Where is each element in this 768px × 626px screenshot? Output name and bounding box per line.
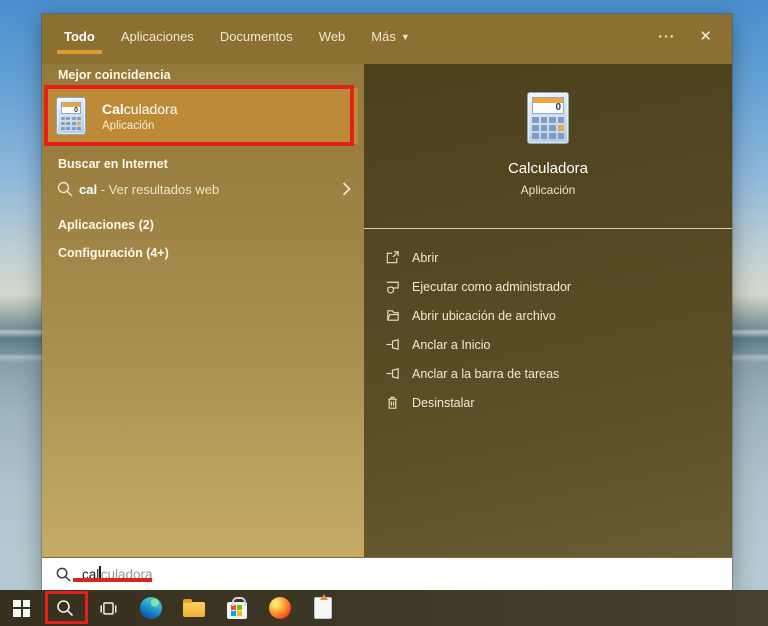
web-search-result-row[interactable]: cal - Ver resultados web: [42, 170, 364, 208]
search-icon: [56, 567, 71, 582]
action-uninstall[interactable]: Desinstalar: [384, 388, 732, 417]
autocomplete-suggestion: culadora: [100, 566, 153, 582]
app-actions-list: Abrir Ejecutar como administrador Abrir …: [364, 229, 732, 417]
best-match-subtitle: Aplicación: [102, 119, 155, 132]
microsoft-store-icon: [226, 596, 247, 619]
search-icon: [56, 600, 73, 617]
tab-web[interactable]: Web: [319, 29, 346, 44]
taskbar-file-explorer-button[interactable]: [172, 590, 215, 626]
file-explorer-icon: [182, 599, 205, 617]
action-pin-to-start[interactable]: Anclar a Inicio: [384, 330, 732, 359]
tab-mas-label: Más: [371, 28, 396, 44]
action-label: Abrir ubicación de archivo: [412, 308, 556, 323]
pin-to-taskbar-icon: [384, 365, 401, 382]
chevron-right-icon[interactable]: [341, 180, 352, 198]
start-button[interactable]: [0, 590, 43, 626]
results-list: Mejor coincidencia 0 Calculadora Aplicac…: [42, 64, 364, 557]
tab-documentos[interactable]: Documentos: [220, 29, 293, 44]
action-open[interactable]: Abrir: [384, 243, 732, 272]
search-input[interactable]: cal culadora: [42, 557, 732, 590]
photos-app-icon: [313, 597, 332, 619]
action-label: Desinstalar: [412, 395, 475, 410]
taskbar-search-button[interactable]: [43, 590, 86, 626]
search-icon: [57, 181, 73, 197]
task-view-icon: [99, 602, 116, 615]
action-pin-to-taskbar[interactable]: Anclar a la barra de tareas: [384, 359, 732, 388]
rest-text: - Ver resultados web: [97, 181, 220, 197]
matched-text: Cal: [102, 100, 124, 117]
edge-icon: [139, 597, 162, 619]
typed-text: cal: [82, 566, 100, 582]
search-panel-content: Mejor coincidencia 0 Calculadora Aplicac…: [42, 64, 732, 557]
web-search-text: cal - Ver resultados web: [79, 182, 219, 197]
windows-logo-icon: [13, 599, 30, 617]
action-label: Ejecutar como administrador: [412, 279, 572, 294]
taskbar-store-button[interactable]: [215, 590, 258, 626]
windows-search-panel: Todo Aplicaciones Documentos Web Más ▼ ··…: [42, 14, 732, 590]
search-filter-tabbar: Todo Aplicaciones Documentos Web Más ▼ ··…: [42, 14, 732, 64]
uninstall-icon: [384, 394, 401, 411]
task-view-button[interactable]: [86, 590, 129, 626]
action-label: Anclar a la barra de tareas: [412, 366, 560, 381]
matched-text: cal: [79, 181, 98, 197]
tab-mas[interactable]: Más ▼: [371, 29, 409, 44]
rest-text: culadora: [123, 100, 178, 117]
file-location-icon: [384, 307, 401, 324]
preview-app-title: Calculadora: [507, 160, 589, 177]
preview-app-subtitle: Aplicación: [520, 183, 576, 197]
search-query-text: cal culadora: [82, 566, 153, 582]
tab-todo[interactable]: Todo: [64, 29, 95, 44]
firefox-icon: [268, 597, 291, 619]
chevron-down-icon: ▼: [400, 31, 410, 42]
best-match-result-calculadora[interactable]: 0 Calculadora Aplicación: [46, 88, 358, 144]
action-run-as-admin[interactable]: Ejecutar como administrador: [384, 272, 732, 301]
run-as-admin-icon: [384, 278, 401, 295]
options-ellipsis-button[interactable]: ···: [644, 28, 689, 44]
taskbar-photos-button[interactable]: [301, 590, 344, 626]
taskbar: [0, 590, 768, 626]
preview-pane: 0 Calculadora Aplicación Abrir Ejecutar …: [364, 64, 732, 557]
app-preview: 0 Calculadora Aplicación: [364, 64, 732, 228]
calculator-app-icon-large: 0: [527, 92, 569, 144]
action-label: Anclar a Inicio: [412, 337, 491, 352]
action-open-file-location[interactable]: Abrir ubicación de archivo: [384, 301, 732, 330]
best-match-text: Calculadora Aplicación: [102, 101, 178, 132]
open-icon: [384, 249, 401, 266]
tab-aplicaciones[interactable]: Aplicaciones: [121, 29, 194, 44]
apps-group-header[interactable]: Aplicaciones (2): [58, 218, 154, 232]
active-tab-indicator: [57, 50, 102, 54]
calculator-app-icon: 0: [56, 97, 86, 135]
taskbar-edge-button[interactable]: [129, 590, 172, 626]
web-search-header: Buscar en Internet: [58, 157, 168, 171]
taskbar-firefox-button[interactable]: [258, 590, 301, 626]
settings-group-header[interactable]: Configuración (4+): [58, 246, 169, 260]
pin-to-start-icon: [384, 336, 401, 353]
close-button[interactable]: ✕: [689, 27, 716, 45]
action-label: Abrir: [412, 250, 439, 265]
best-match-header: Mejor coincidencia: [58, 68, 171, 82]
